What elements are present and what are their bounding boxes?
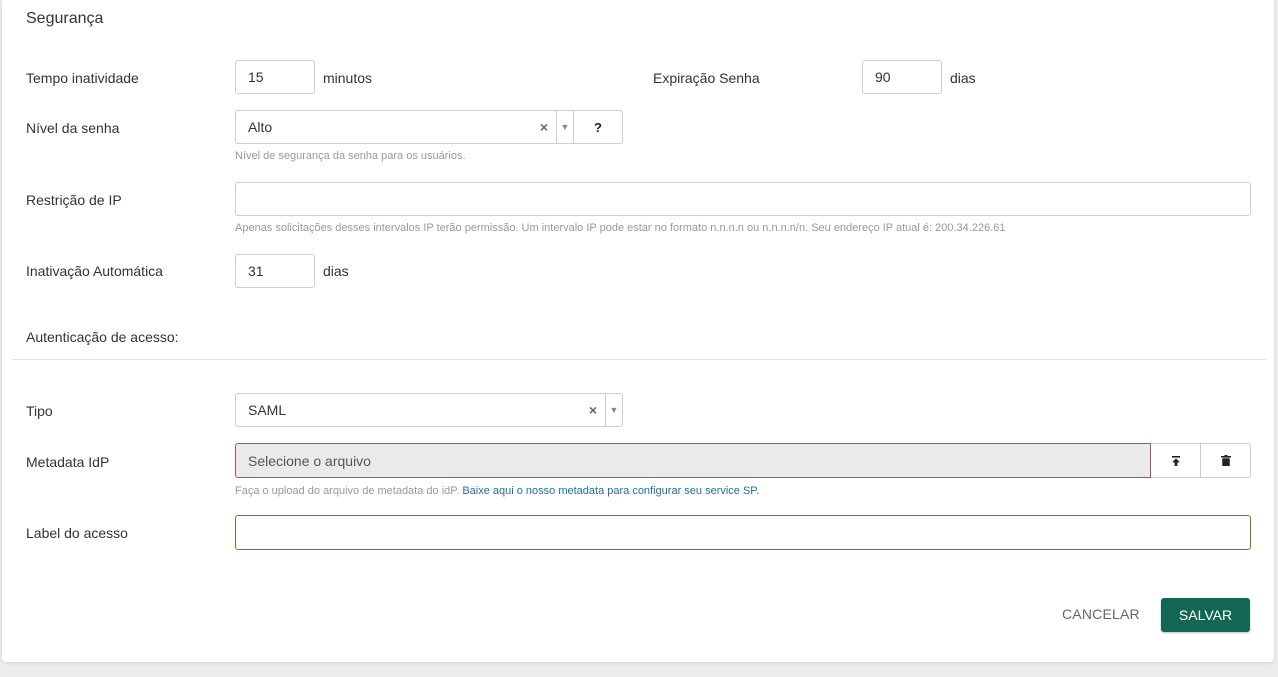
password-level-help: Nível de segurança da senha para os usuá… (235, 150, 466, 162)
password-expiry-unit: dias (950, 70, 976, 86)
metadata-file-field: Selecione o arquivo (235, 443, 1251, 478)
trash-icon (1220, 455, 1231, 466)
chevron-down-icon[interactable]: ▼ (606, 405, 622, 415)
section-divider (12, 359, 1266, 360)
metadata-help: Faça o upload do arquivo de metadata do … (235, 485, 759, 497)
clear-icon[interactable]: × (581, 402, 605, 418)
auto-inactivation-input[interactable]: 31 (235, 254, 315, 288)
ip-restriction-label: Restrição de IP (26, 192, 122, 208)
access-label-input[interactable] (235, 515, 1251, 550)
password-level-select[interactable]: Alto × ▼ ? (235, 110, 623, 144)
type-value: SAML (248, 402, 287, 418)
access-auth-heading: Autenticação de acesso: (26, 329, 179, 345)
download-metadata-link[interactable]: Baixe aqui o nosso metadata para configu… (462, 485, 759, 497)
auto-inactivation-label: Inativação Automática (26, 263, 163, 279)
auto-inactivation-unit: dias (323, 263, 349, 279)
ip-restriction-input[interactable] (235, 182, 1251, 216)
type-label: Tipo (26, 403, 53, 419)
metadata-file-input[interactable]: Selecione o arquivo (235, 443, 1151, 478)
ip-restriction-help: Apenas solicitações desses intervalos IP… (235, 222, 1006, 234)
inactivity-input[interactable]: 15 (235, 60, 315, 94)
chevron-down-icon[interactable]: ▼ (557, 122, 573, 132)
cancel-button[interactable]: CANCELAR (1062, 606, 1140, 622)
password-expiry-input[interactable]: 90 (862, 60, 942, 94)
save-button[interactable]: SALVAR (1161, 598, 1250, 632)
password-level-label: Nível da senha (26, 120, 120, 136)
upload-icon (1171, 455, 1180, 466)
upload-button[interactable] (1151, 443, 1201, 478)
type-select[interactable]: SAML × ▼ (235, 393, 623, 427)
metadata-label: Metadata IdP (26, 454, 110, 470)
inactivity-unit: minutos (323, 70, 373, 86)
inactivity-label: Tempo inatividade (26, 70, 139, 86)
clear-icon[interactable]: × (532, 119, 556, 135)
metadata-help-text: Faça o upload do arquivo de metadata do … (235, 485, 460, 497)
delete-button[interactable] (1201, 443, 1251, 478)
help-button[interactable]: ? (573, 111, 622, 143)
password-expiry-label: Expiração Senha (653, 70, 760, 86)
password-level-value: Alto (248, 119, 273, 135)
security-card: Segurança Tempo inatividade 15 minutos E… (2, 0, 1274, 662)
section-title: Segurança (26, 10, 104, 27)
access-label-label: Label do acesso (26, 525, 128, 541)
